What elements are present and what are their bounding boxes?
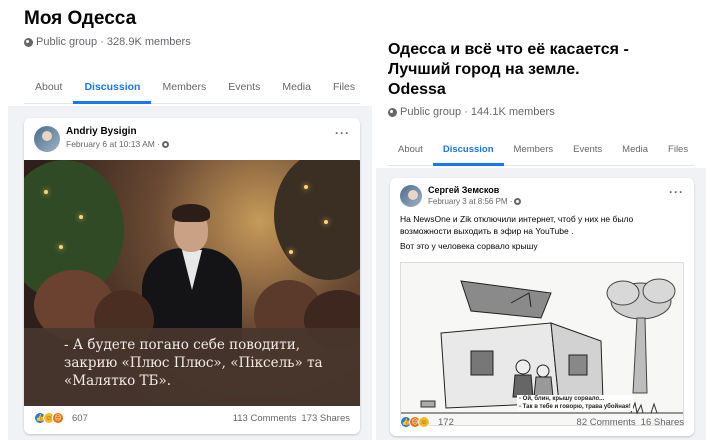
- reaction-count[interactable]: 172: [438, 417, 454, 428]
- tab-media[interactable]: Media: [271, 70, 322, 103]
- globe-icon: [24, 37, 33, 47]
- avatar[interactable]: [34, 126, 60, 152]
- tab-events[interactable]: Events: [563, 134, 612, 165]
- right-group-meta-text: Public group · 144.1K members: [400, 106, 555, 118]
- comments-count[interactable]: 113 Comments: [233, 413, 297, 424]
- left-group-meta-text: Public group · 328.9K members: [36, 36, 191, 48]
- caption-line: закрию «Плюс Плюс», «Піксель» та: [64, 355, 323, 371]
- angry-reaction-icon: ☹: [52, 412, 64, 424]
- engagement-counts: 113 Comments 173 Shares: [233, 413, 350, 424]
- globe-icon: [162, 140, 170, 148]
- photo-caption: - А будете погано себе поводити, закрию …: [24, 328, 360, 406]
- right-post-card: Сергей Земсков February 3 at 8:56 PM · ·…: [390, 178, 694, 436]
- tab-about[interactable]: About: [388, 134, 433, 165]
- tab-events[interactable]: Events: [217, 70, 271, 103]
- tab-members[interactable]: Members: [504, 134, 564, 165]
- reaction-bar: 👍 ☺ ☹ 607 113 Comments 173 Shares: [34, 412, 350, 424]
- left-group-name[interactable]: Моя Одесса: [24, 8, 191, 30]
- left-group-header: Моя Одесса Public group · 328.9K members: [24, 8, 191, 48]
- more-options-icon[interactable]: ···: [669, 185, 684, 199]
- more-options-icon[interactable]: ···: [335, 126, 350, 140]
- post-text-line: Вот это у человека сорвало крышу: [400, 241, 538, 251]
- photo-light: [324, 220, 328, 224]
- tab-discussion[interactable]: Discussion: [73, 70, 152, 104]
- comments-count[interactable]: 82 Comments: [577, 417, 636, 428]
- cartoon-caption: - Ой, блин, крышу сорвало... - Так в теб…: [517, 395, 633, 411]
- post-photo[interactable]: - А будете погано себе поводити, закрию …: [24, 160, 360, 406]
- reaction-icons[interactable]: 👍 ☺ ☹: [34, 412, 64, 424]
- right-group-header: Одесса и всё что её касается - Лучший го…: [388, 40, 629, 118]
- tab-members[interactable]: Members: [151, 70, 217, 103]
- right-group-meta: Public group · 144.1K members: [388, 106, 629, 118]
- haha-reaction-icon: ☺: [418, 416, 430, 428]
- photo-light: [289, 250, 293, 254]
- cartoon-caption-line: - Ой, блин, крышу сорвало...: [519, 396, 605, 402]
- reaction-bar: 👍 ☹ ☺ 172 82 Comments 16 Shares: [400, 416, 684, 428]
- cartoon-caption-line: - Так в тебе и говорю, трава убойная!: [519, 404, 631, 410]
- post-time-text: February 6 at 10:13 AM ·: [66, 139, 161, 149]
- left-group-meta: Public group · 328.9K members: [24, 36, 191, 48]
- post-time-text: February 3 at 8:56 PM ·: [428, 197, 513, 206]
- globe-icon: [514, 198, 522, 205]
- photo-light: [304, 185, 308, 189]
- post-timestamp[interactable]: February 3 at 8:56 PM ·: [428, 197, 522, 206]
- right-group-tabs: About Discussion Members Events Media Fi…: [388, 134, 694, 166]
- photo-light: [44, 190, 48, 194]
- shares-count[interactable]: 173 Shares: [301, 413, 350, 424]
- post-header: Andriy Bysigin February 6 at 10:13 AM · …: [24, 118, 360, 152]
- caption-line: - А будете погано себе поводити,: [64, 337, 301, 353]
- tab-about[interactable]: About: [24, 70, 73, 103]
- tab-files[interactable]: Files: [322, 70, 366, 103]
- caption-line: «Малятко ТБ».: [64, 373, 172, 389]
- tab-media[interactable]: Media: [612, 134, 658, 165]
- post-timestamp[interactable]: February 6 at 10:13 AM ·: [66, 139, 170, 149]
- tab-discussion[interactable]: Discussion: [432, 134, 504, 166]
- avatar[interactable]: [400, 185, 422, 207]
- right-group-name-line[interactable]: Одесса и всё что её касается -: [388, 40, 629, 60]
- photo-hair: [172, 204, 210, 222]
- post-cartoon-image[interactable]: - Ой, блин, крышу сорвало... - Так в теб…: [400, 262, 684, 426]
- tab-files[interactable]: Files: [658, 134, 698, 165]
- right-group-name-line[interactable]: Odessa: [388, 80, 629, 100]
- globe-icon: [388, 107, 397, 117]
- right-group-name-line[interactable]: Лучший город на земле.: [388, 60, 629, 80]
- post-header: Сергей Земсков February 3 at 8:56 PM · ·…: [390, 178, 694, 207]
- post-text: На NewsOne и Zik отключили интернет, что…: [390, 207, 694, 252]
- post-text-line: На NewsOne и Zik отключили интернет, что…: [400, 214, 634, 236]
- left-group-tabs: About Discussion Members Events Media Fi…: [24, 70, 360, 104]
- reaction-count[interactable]: 607: [72, 413, 88, 424]
- left-post-card: Andriy Bysigin February 6 at 10:13 AM · …: [24, 118, 360, 434]
- shares-count[interactable]: 16 Shares: [641, 417, 684, 428]
- photo-light: [79, 215, 83, 219]
- photo-light: [59, 245, 63, 249]
- post-author[interactable]: Andriy Bysigin: [66, 126, 169, 137]
- post-author[interactable]: Сергей Земсков: [428, 185, 521, 195]
- engagement-counts: 82 Comments 16 Shares: [577, 417, 684, 428]
- reaction-icons[interactable]: 👍 ☹ ☺: [400, 416, 430, 428]
